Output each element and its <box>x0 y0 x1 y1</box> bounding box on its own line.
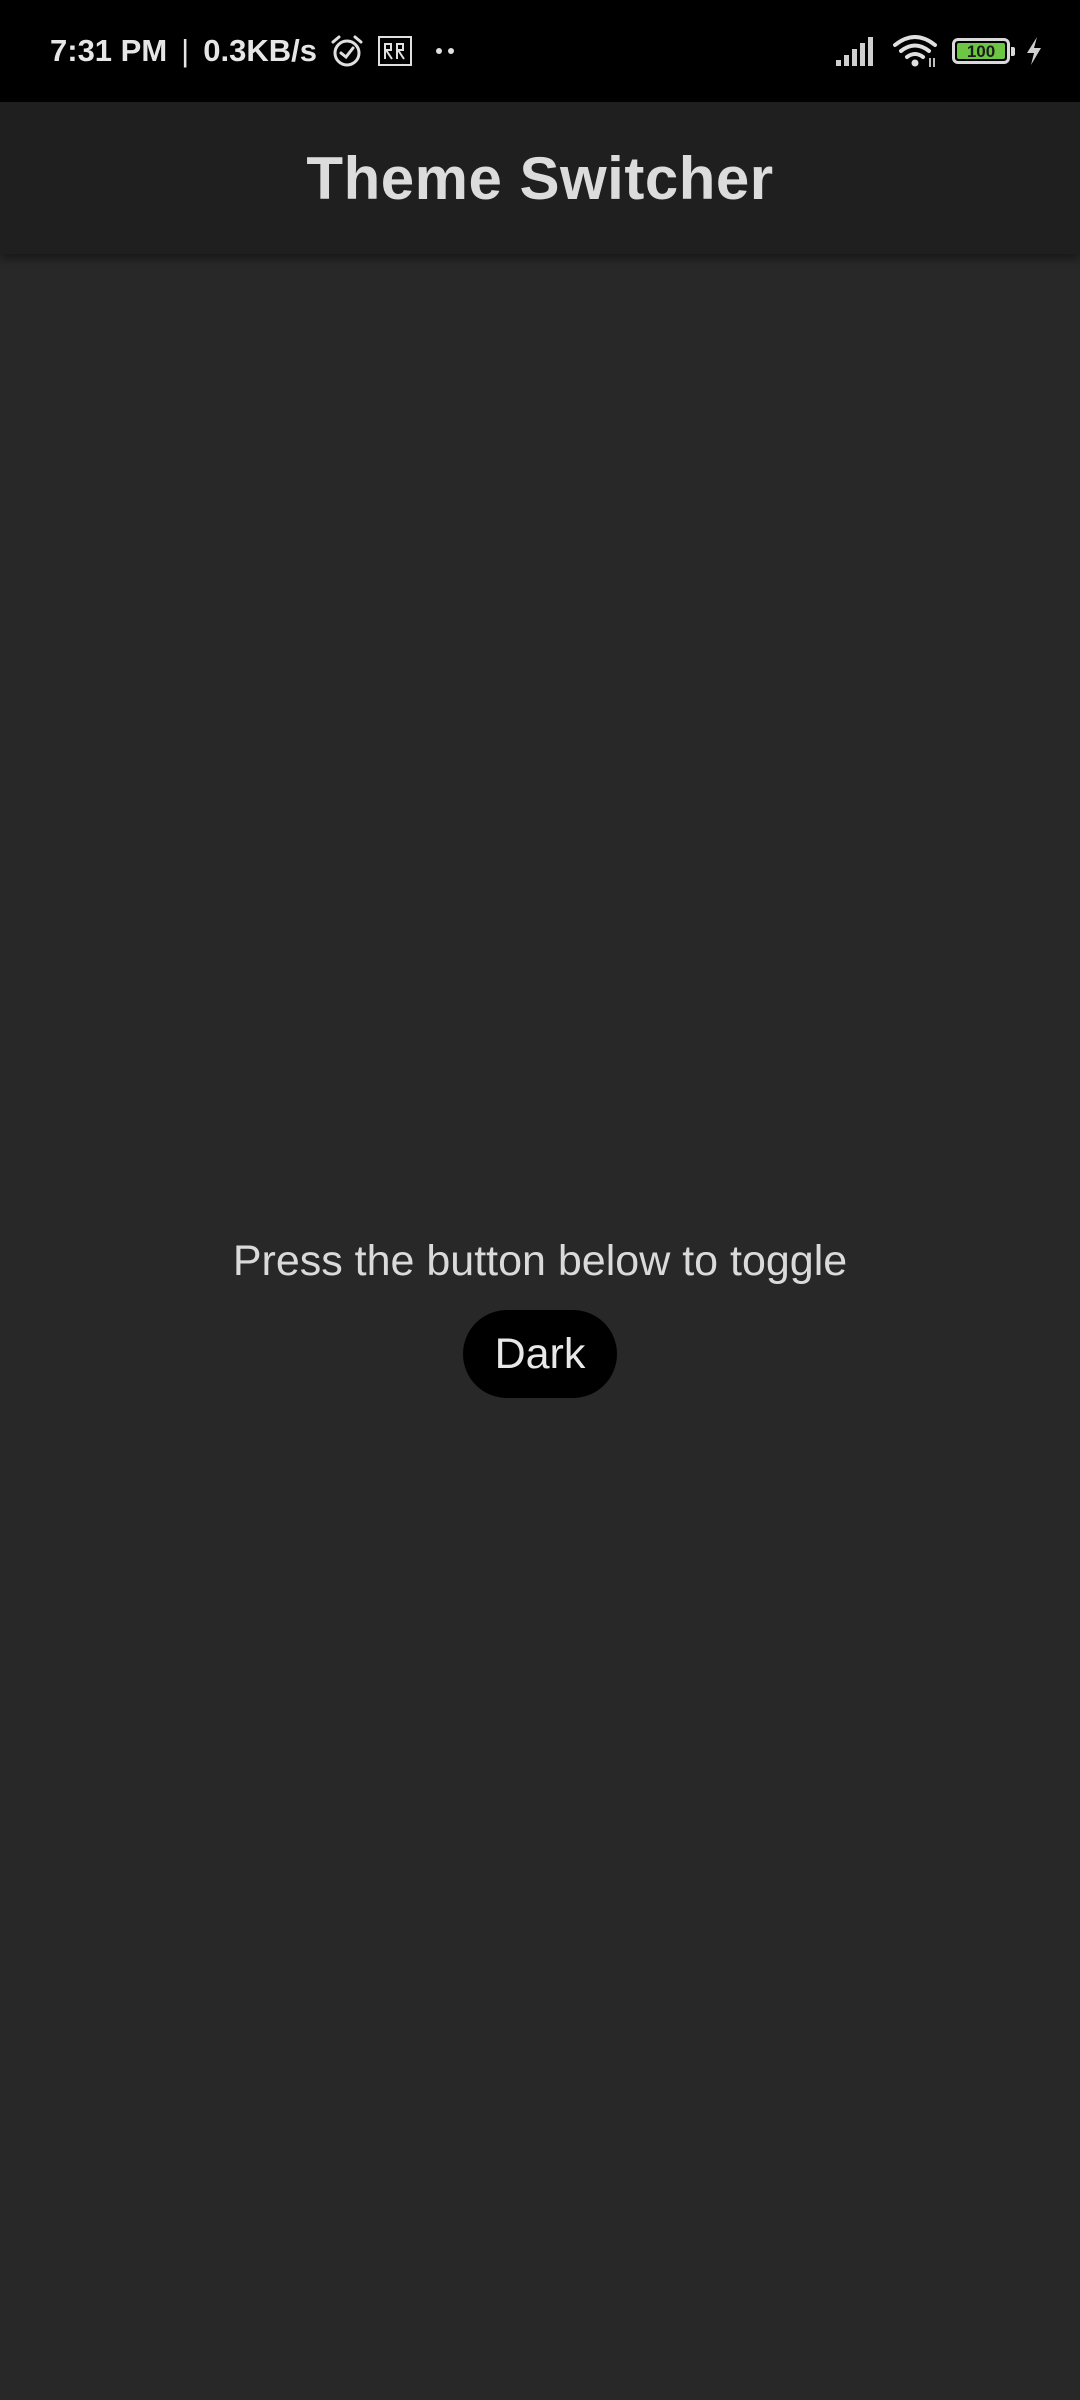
alarm-icon <box>329 33 365 69</box>
status-time: 7:31 PM <box>50 33 168 68</box>
status-bar: 7:31 PM | 0.3KB/s 100 <box>0 0 1080 102</box>
signal-icon <box>834 34 878 68</box>
main-content: Press the button below to toggle Dark <box>0 1226 1080 1398</box>
theme-toggle-button[interactable]: Dark <box>462 1310 618 1398</box>
app-bar: Theme Switcher <box>0 102 1080 254</box>
status-bar-left: 7:31 PM | 0.3KB/s <box>50 0 465 102</box>
page-title: Theme Switcher <box>306 144 774 212</box>
charging-icon <box>1024 35 1044 67</box>
battery-icon: 100 <box>952 38 1015 64</box>
battery-cap <box>1011 47 1015 56</box>
status-bar-right: 100 <box>834 0 1044 102</box>
toggle-prompt-text: Press the button below to toggle <box>232 1237 848 1285</box>
more-dots-icon <box>425 41 465 61</box>
status-separator: | <box>181 33 190 68</box>
battery-level: 100 <box>957 43 1005 60</box>
app-screen: 7:31 PM | 0.3KB/s 100 Theme Switcher Pre… <box>0 0 1080 2400</box>
network-speed: 0.3KB/s <box>203 33 317 68</box>
wifi-icon <box>892 33 938 69</box>
rr-app-icon <box>377 35 413 67</box>
